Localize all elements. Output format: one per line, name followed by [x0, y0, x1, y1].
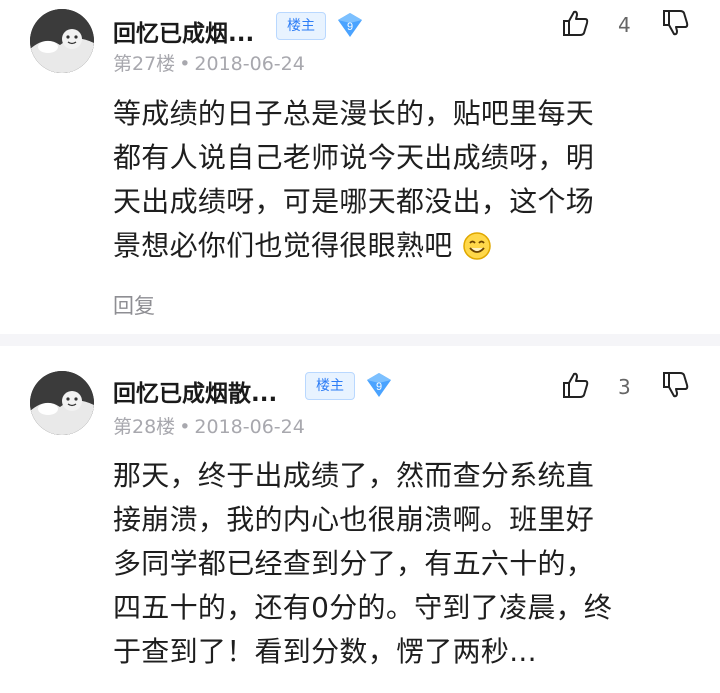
thumbs-up-icon[interactable]: [560, 8, 590, 38]
level-number: 9: [347, 21, 353, 33]
content-line: 于查到了！看到分数，愣了两秒...: [113, 635, 537, 668]
content-line: 都有人说自己老师说今天出成绩呀，明: [113, 141, 595, 174]
owner-badge: 楼主: [305, 372, 355, 400]
avatar-image: [30, 371, 94, 435]
content-line-with-emoji: 景想必你们也觉得很眼熟吧: [113, 224, 693, 268]
level-number: 9: [376, 381, 382, 393]
meta-separator: •: [179, 53, 191, 75]
like-count: 4: [618, 13, 631, 37]
post-date: 2018-06-24: [194, 53, 305, 75]
content-line: 那天，终于出成绩了，然而查分系统直: [113, 459, 595, 492]
meta-separator: •: [179, 416, 191, 438]
avatar[interactable]: [30, 371, 94, 435]
like-count: 3: [618, 375, 631, 399]
content-line: 等成绩的日子总是漫长的，贴吧里每天: [113, 97, 595, 130]
post-meta: 第28楼 • 2018-06-24: [113, 412, 305, 439]
owner-badge: 楼主: [276, 12, 326, 40]
content-line: 天出成绩呀，可是哪天都没出，这个场: [113, 185, 595, 218]
diamond-level-icon: 9: [367, 373, 391, 397]
avatar[interactable]: [30, 9, 94, 73]
post-content: 等成绩的日子总是漫长的，贴吧里每天 都有人说自己老师说今天出成绩呀，明 天出成绩…: [113, 92, 693, 268]
content-line: 景想必你们也觉得很眼熟吧: [113, 229, 453, 262]
content-line: 四五十的，还有0分的。守到了凌晨，终: [113, 591, 613, 624]
post-date: 2018-06-24: [194, 416, 305, 438]
post-content: 那天，终于出成绩了，然而查分系统直 接崩溃，我的内心也很崩溃啊。班里好 多同学都…: [113, 454, 693, 674]
avatar-image: [30, 9, 94, 73]
diamond-level-icon: 9: [338, 13, 362, 37]
username[interactable]: 回忆已成烟...: [113, 14, 254, 48]
comment-post: 回忆已成烟... 楼主 9 第27楼 • 2018-06-24 4 等成绩的日子总是…: [0, 0, 720, 334]
floor-number: 第28楼: [113, 416, 176, 438]
post-divider: [0, 334, 720, 346]
username[interactable]: 回忆已成烟散...: [113, 374, 277, 408]
thumbs-down-icon[interactable]: [660, 370, 690, 400]
thumbs-up-icon[interactable]: [560, 370, 590, 400]
reply-button[interactable]: 回复: [113, 290, 155, 320]
floor-number: 第27楼: [113, 53, 176, 75]
content-line: 多同学都已经查到分了，有五六十的，: [113, 547, 595, 580]
comment-post: 回忆已成烟散... 楼主 9 第28楼 • 2018-06-24 3 那天，终于出成…: [0, 346, 720, 693]
post-meta: 第27楼 • 2018-06-24: [113, 49, 305, 76]
content-line: 接崩溃，我的内心也很崩溃啊。班里好: [113, 503, 595, 536]
thumbs-down-icon[interactable]: [660, 8, 690, 38]
smile-emoji-icon: [463, 232, 491, 260]
